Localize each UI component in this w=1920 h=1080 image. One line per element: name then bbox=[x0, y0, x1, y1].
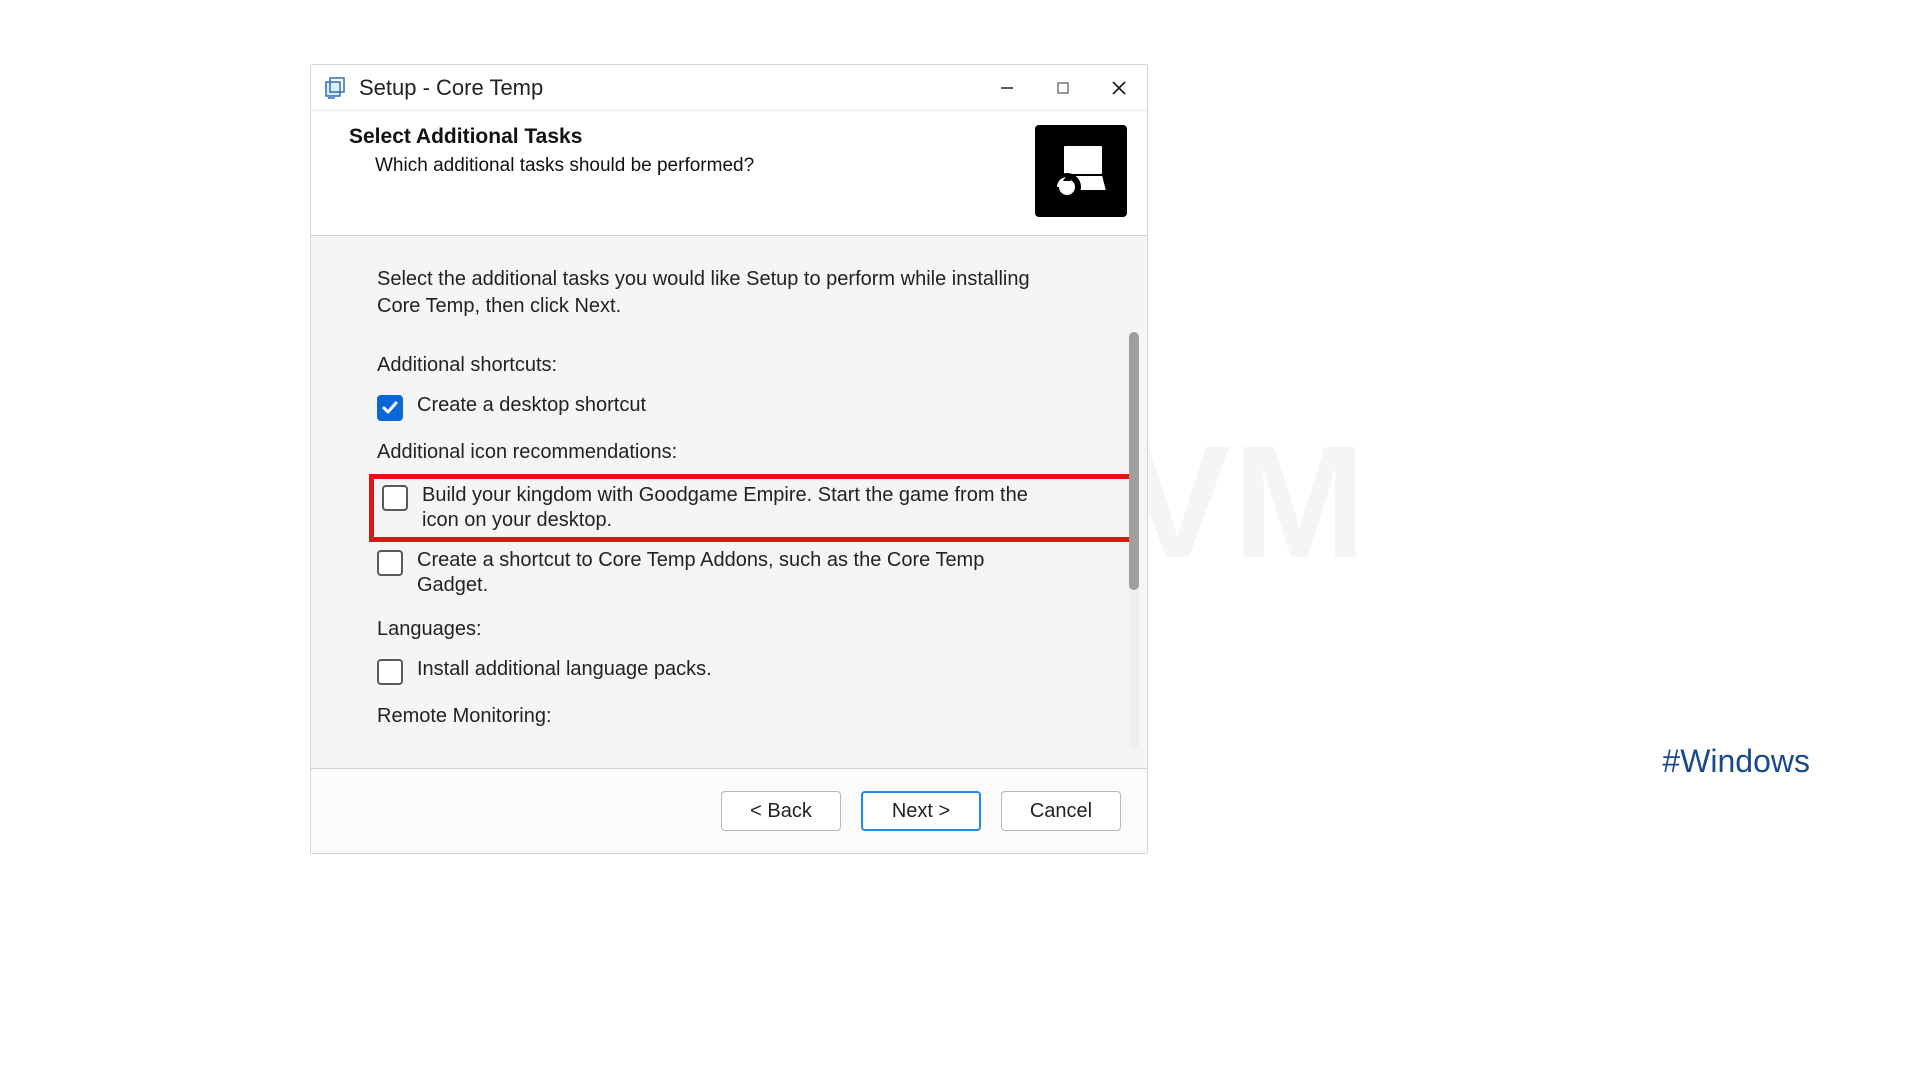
titlebar: Setup - Core Temp bbox=[311, 65, 1147, 111]
next-button[interactable]: Next > bbox=[861, 791, 981, 831]
section-icon-recs-label: Additional icon recommendations: bbox=[377, 441, 1117, 464]
checkbox-desktop-shortcut[interactable]: Create a desktop shortcut bbox=[377, 387, 1117, 427]
checkbox-label: Create a desktop shortcut bbox=[417, 393, 646, 418]
checkbox-addons-shortcut[interactable]: Create a shortcut to Core Temp Addons, s… bbox=[377, 542, 1117, 604]
installer-icon bbox=[321, 74, 349, 102]
cancel-button[interactable]: Cancel bbox=[1001, 791, 1121, 831]
checkbox-icon bbox=[377, 395, 403, 421]
checkbox-icon bbox=[377, 550, 403, 576]
header-subtitle: Which additional tasks should be perform… bbox=[375, 155, 1023, 177]
checkbox-icon bbox=[382, 485, 408, 511]
back-button[interactable]: < Back bbox=[721, 791, 841, 831]
header-title: Select Additional Tasks bbox=[349, 125, 1023, 149]
scrollbar-thumb[interactable] bbox=[1129, 332, 1139, 590]
checkbox-icon bbox=[377, 659, 403, 685]
wizard-body: Select the additional tasks you would li… bbox=[311, 236, 1147, 768]
hashtag-label: #Windows bbox=[1662, 743, 1810, 780]
instruction-text: Select the additional tasks you would li… bbox=[377, 266, 1057, 320]
minimize-button[interactable] bbox=[979, 65, 1035, 110]
checkbox-label: Build your kingdom with Goodgame Empire.… bbox=[422, 483, 1062, 533]
checkbox-label: Create a shortcut to Core Temp Addons, s… bbox=[417, 548, 1057, 598]
wizard-footer: < Back Next > Cancel bbox=[311, 768, 1147, 853]
maximize-button[interactable] bbox=[1035, 65, 1091, 110]
window-title: Setup - Core Temp bbox=[359, 75, 543, 101]
checkbox-label: Install additional language packs. bbox=[417, 657, 712, 682]
computer-install-icon bbox=[1035, 125, 1127, 217]
section-shortcuts-label: Additional shortcuts: bbox=[377, 354, 1117, 377]
section-remote-label: Remote Monitoring: bbox=[377, 705, 1117, 728]
section-languages-label: Languages: bbox=[377, 618, 1117, 641]
scrollbar[interactable] bbox=[1129, 332, 1139, 748]
wizard-header: Select Additional Tasks Which additional… bbox=[311, 111, 1147, 236]
checkbox-language-packs[interactable]: Install additional language packs. bbox=[377, 651, 1117, 691]
close-button[interactable] bbox=[1091, 65, 1147, 110]
setup-dialog: Setup - Core Temp Select Additional Task… bbox=[310, 64, 1148, 854]
checkbox-goodgame-empire[interactable]: Build your kingdom with Goodgame Empire.… bbox=[369, 474, 1135, 542]
